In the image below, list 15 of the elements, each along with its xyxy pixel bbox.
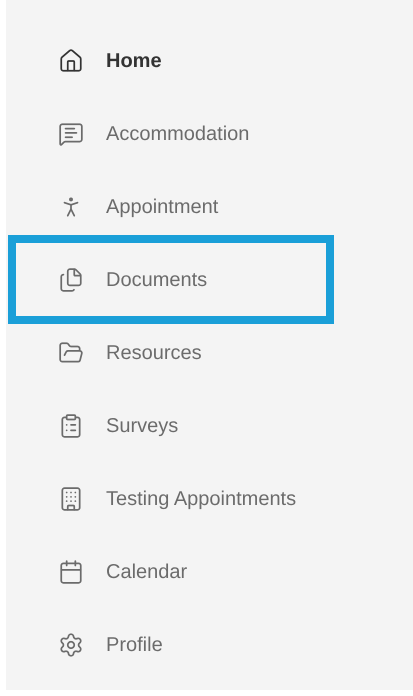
- nav-item[interactable]: Profile: [6, 624, 171, 664]
- settings-icon: [58, 632, 84, 658]
- folder-icon: [58, 340, 84, 366]
- nav-item[interactable]: Calendar: [6, 552, 196, 592]
- nav-item[interactable]: Documents: [6, 260, 216, 300]
- nav-item[interactable]: Resources: [6, 332, 210, 372]
- message-icon: [58, 120, 84, 146]
- nav-item[interactable]: Home: [6, 40, 170, 80]
- nav-item[interactable]: Surveys: [6, 406, 186, 446]
- nav-item[interactable]: Accommodation: [6, 114, 258, 154]
- calendar-icon: [58, 558, 84, 584]
- home-icon: [58, 48, 84, 74]
- nav-item[interactable]: Appointment: [6, 186, 226, 226]
- nav-item[interactable]: Testing Appointments: [6, 478, 304, 518]
- documents-icon: [58, 266, 84, 292]
